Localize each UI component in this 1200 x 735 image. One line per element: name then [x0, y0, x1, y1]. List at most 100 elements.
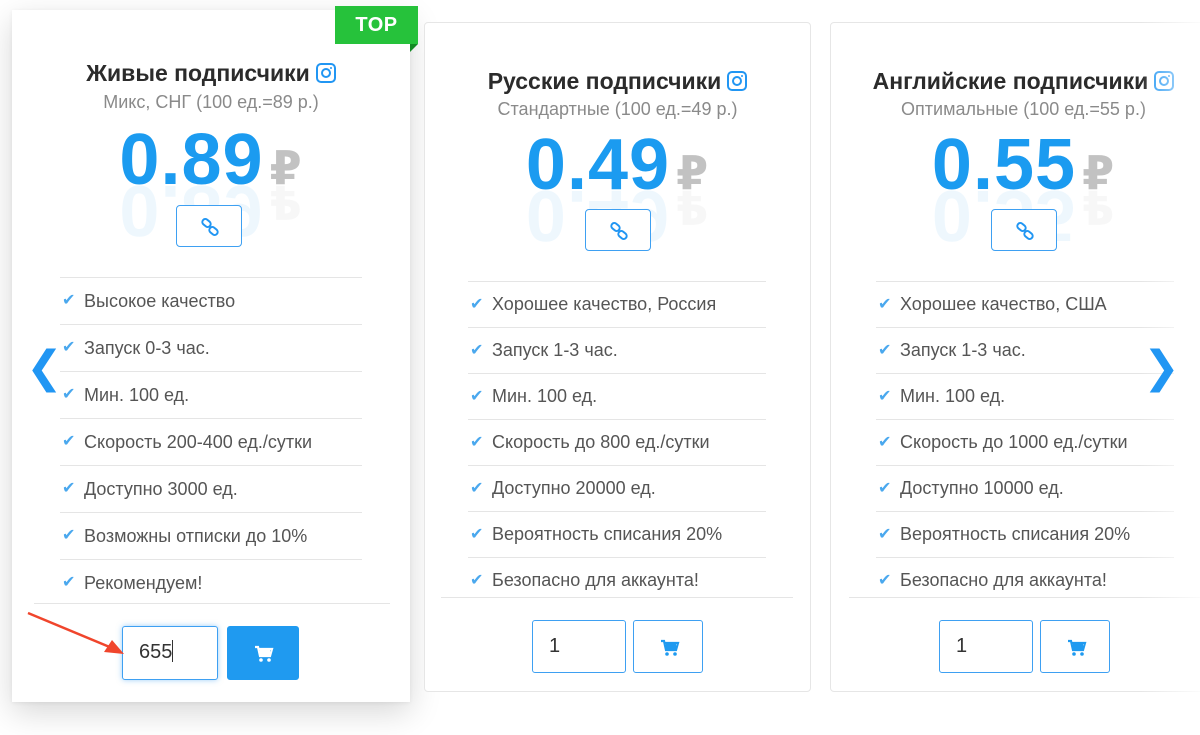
feature-item: ✔ Мин. 100 ед.	[876, 373, 1174, 419]
check-icon: ✔	[878, 342, 892, 359]
card-title: Английские подписчики	[872, 68, 1149, 94]
feature-text: Высокое качество	[84, 291, 236, 311]
quantity-value: 655	[139, 641, 173, 663]
card-subtitle: Оптимальные (100 ед.=55 р.)	[901, 99, 1146, 119]
price-reflection-currency: ₽	[269, 176, 303, 228]
check-icon: ✔	[62, 433, 76, 450]
link-icon	[201, 218, 219, 236]
check-icon: ✔	[470, 388, 484, 405]
feature-item: ✔ Доступно 10000 ед.	[876, 465, 1174, 511]
link-icon	[610, 222, 628, 240]
cart-icon	[661, 639, 680, 656]
quantity-input[interactable]: 1	[939, 620, 1033, 673]
feature-text: Доступно 10000 ед.	[900, 478, 1064, 498]
feature-item: ✔ Запуск 0-3 час.	[60, 324, 362, 371]
check-icon: ✔	[470, 480, 484, 497]
feature-text: Рекомендуем!	[84, 573, 203, 593]
feature-item: ✔ Доступно 20000 ед.	[468, 465, 766, 511]
quantity-value: 1	[549, 635, 561, 657]
add-to-cart-button[interactable]	[227, 626, 299, 680]
feature-text: Скорость до 1000 ед./сутки	[900, 432, 1128, 452]
card-subtitle: Микс, СНГ (100 ед.=89 р.)	[103, 92, 319, 112]
feature-item: ✔ Вероятность списания 20%	[876, 511, 1174, 557]
feature-item: ✔ Рекомендуем!	[60, 559, 362, 606]
check-icon: ✔	[878, 296, 892, 313]
top-badge: TOP	[335, 6, 418, 44]
cart-icon	[1068, 639, 1087, 656]
feature-text: Скорость до 800 ед./сутки	[492, 432, 710, 452]
card-title: Русские подписчики	[487, 68, 722, 94]
quantity-value: 1	[956, 635, 968, 657]
link-button[interactable]	[991, 209, 1057, 251]
check-icon: ✔	[470, 296, 484, 313]
feature-text: Мин. 100 ед.	[84, 385, 190, 405]
feature-item: ✔ Скорость до 800 ед./сутки	[468, 419, 766, 465]
instagram-icon	[727, 71, 748, 91]
check-icon: ✔	[470, 526, 484, 543]
feature-item: ✔ Хорошее качество, США	[876, 281, 1174, 327]
feature-item: ✔ Скорость 200-400 ед./сутки	[60, 418, 362, 465]
features-list: ✔ Высокое качество ✔ Запуск 0-3 час. ✔ Мин.…	[60, 277, 362, 606]
feature-item: ✔ Доступно 3000 ед.	[60, 465, 362, 512]
feature-text: Возможны отписки до 10%	[84, 526, 308, 546]
check-icon: ✔	[878, 434, 892, 451]
add-to-cart-button[interactable]	[633, 620, 703, 673]
feature-text: Вероятность списания 20%	[900, 524, 1131, 544]
price-reflection-currency: ₽	[676, 181, 710, 233]
check-icon: ✔	[62, 574, 76, 591]
feature-text: Запуск 1-3 час.	[492, 340, 618, 360]
check-icon: ✔	[878, 388, 892, 405]
check-icon: ✔	[878, 526, 892, 543]
feature-text: Вероятность списания 20%	[492, 524, 723, 544]
feature-text: Мин. 100 ед.	[900, 386, 1006, 406]
feature-text: Безопасно для аккаунта!	[492, 570, 699, 590]
plan-card-live: Живые подписчики Микс, СНГ (100 ед.=89 р…	[12, 10, 410, 702]
feature-item: ✔ Вероятность списания 20%	[468, 511, 766, 557]
carousel-prev-button[interactable]: ❮	[26, 346, 63, 390]
check-icon: ✔	[62, 480, 76, 497]
feature-item: ✔ Возможны отписки до 10%	[60, 512, 362, 559]
check-icon: ✔	[62, 292, 76, 309]
check-icon: ✔	[62, 386, 76, 403]
features-divider	[441, 597, 793, 598]
features-divider	[34, 603, 390, 604]
add-to-cart-button[interactable]	[1040, 620, 1110, 673]
feature-text: Скорость 200-400 ед./сутки	[84, 432, 313, 452]
check-icon: ✔	[470, 342, 484, 359]
carousel-next-button[interactable]: ❯	[1143, 346, 1180, 390]
features-list: ✔ Хорошее качество, США ✔ Запуск 1-3 час. …	[876, 281, 1174, 603]
check-icon: ✔	[62, 527, 76, 544]
features-list: ✔ Хорошее качество, Россия ✔ Запуск 1-3 ча…	[468, 281, 766, 603]
card-title-row: Английские подписчики	[831, 68, 1200, 95]
features-divider	[849, 597, 1200, 598]
link-icon	[1016, 222, 1034, 240]
badge-fold	[410, 44, 418, 52]
card-title: Живые подписчики	[86, 60, 310, 86]
feature-item: ✔ Мин. 100 ед.	[60, 371, 362, 418]
check-icon: ✔	[470, 434, 484, 451]
feature-item: ✔ Скорость до 1000 ед./сутки	[876, 419, 1174, 465]
feature-item: ✔ Запуск 1-3 час.	[468, 327, 766, 373]
cart-icon	[255, 645, 274, 662]
feature-text: Хорошее качество, Россия	[492, 294, 717, 314]
annotation-arrow-icon	[27, 611, 124, 654]
price-reflection-currency: ₽	[1082, 181, 1116, 233]
feature-text: Мин. 100 ед.	[492, 386, 598, 406]
text-caret	[172, 640, 174, 662]
plan-card-russian: Русские подписчики Стандартные (100 ед.=…	[424, 22, 811, 692]
feature-text: Запуск 0-3 час.	[84, 338, 210, 358]
feature-item: ✔ Высокое качество	[60, 277, 362, 324]
feature-item: ✔ Хорошее качество, Россия	[468, 281, 766, 327]
feature-item: ✔ Мин. 100 ед.	[468, 373, 766, 419]
instagram-icon	[1154, 71, 1175, 91]
quantity-input[interactable]: 1	[532, 620, 626, 673]
link-button[interactable]	[585, 209, 651, 251]
card-subtitle: Стандартные (100 ед.=49 р.)	[497, 99, 738, 119]
quantity-input[interactable]: 655	[122, 626, 218, 680]
link-button[interactable]	[176, 205, 242, 247]
card-title-row: Русские подписчики	[425, 68, 810, 95]
feature-text: Доступно 3000 ед.	[84, 479, 238, 499]
feature-text: Хорошее качество, США	[900, 294, 1107, 314]
feature-item: ✔ Запуск 1-3 час.	[876, 327, 1174, 373]
feature-text: Запуск 1-3 час.	[900, 340, 1026, 360]
